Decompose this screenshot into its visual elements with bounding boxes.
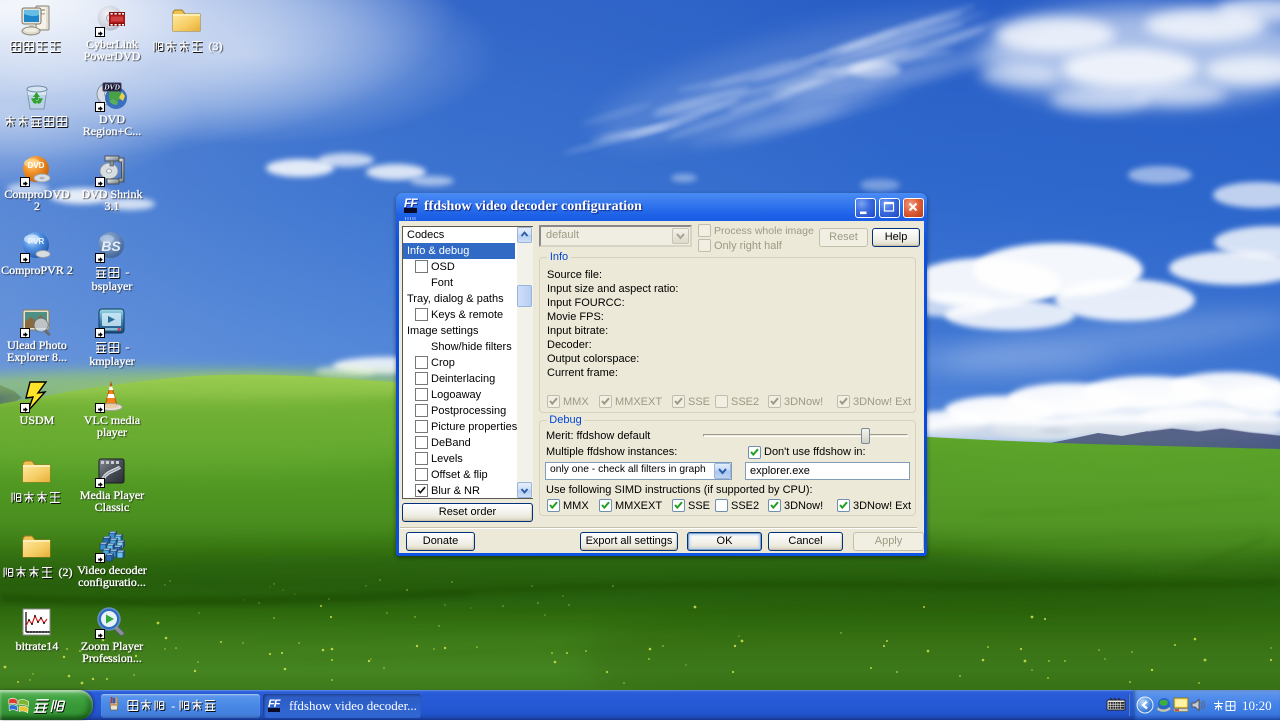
svg-text:PVR: PVR <box>28 237 45 246</box>
svg-text:DVD: DVD <box>103 83 120 92</box>
svg-text:DVD: DVD <box>28 161 45 170</box>
svg-text:BS: BS <box>101 238 121 254</box>
